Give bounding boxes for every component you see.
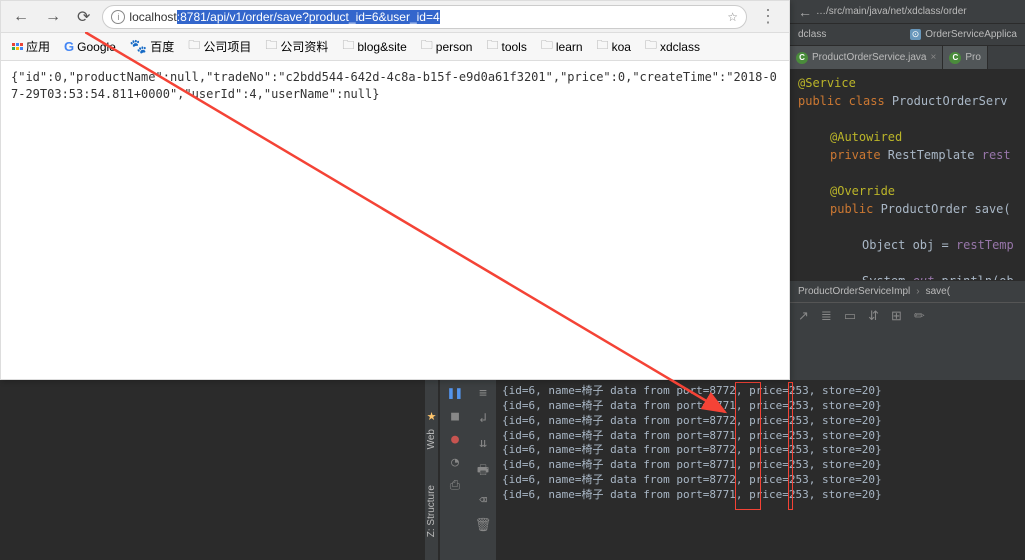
bookmarks-bar: 应用 G Google 🐾 百度 🗀公司项目 🗀公司资料 🗀blog&site … [1, 33, 789, 61]
record-icon[interactable]: ● [451, 432, 459, 447]
google-icon: G [64, 39, 74, 54]
folder-icon: 🗀 [541, 36, 553, 57]
tool-row: ↗ ≣ ▭ ⇵ ⊞ ✏ [790, 302, 1025, 328]
breadcrumb: ProductOrderServiceImpl › save( [790, 280, 1025, 302]
dump-icon[interactable]: ◔ [451, 455, 459, 470]
menu-icon[interactable]: ⋮ [755, 6, 781, 27]
class-icon: C [796, 52, 808, 64]
reload-icon[interactable]: ⟳ [73, 5, 94, 29]
nav-back-icon[interactable]: ← [798, 4, 812, 20]
run-config-label[interactable]: OrderServiceApplica [925, 29, 1017, 40]
console: ❚❚ ■ ● ◔ ⎙ ≡ ↲ ⇊ 🖶 ⌫ 🗑 {id=6, name=椅子 da… [440, 380, 1025, 560]
close-icon[interactable]: × [931, 52, 937, 63]
bookmark-folder[interactable]: 🗀公司项目 [183, 34, 256, 59]
bookmark-folder[interactable]: 🗀公司资料 [260, 34, 333, 59]
bookmark-folder[interactable]: 🗀person [416, 34, 478, 59]
forward-icon[interactable]: → [41, 6, 65, 28]
breadcrumb-class[interactable]: ProductOrderServiceImpl [798, 286, 910, 297]
folder-icon: 🗀 [645, 36, 657, 57]
clear-icon[interactable]: ⌫ [479, 493, 487, 508]
tool-icon[interactable]: ⇵ [868, 308, 879, 324]
tool-icon[interactable]: ✏ [914, 308, 925, 324]
bookmark-google[interactable]: G Google [59, 37, 121, 56]
baidu-icon: 🐾 [130, 38, 147, 55]
pause-icon[interactable]: ❚❚ [447, 386, 463, 401]
folder-icon: 🗀 [188, 36, 200, 57]
breadcrumb-method[interactable]: save( [926, 286, 950, 297]
path-tail: dclass [798, 29, 826, 40]
bookmark-apps[interactable]: 应用 [7, 36, 55, 57]
tool-icon[interactable]: ≣ [821, 308, 832, 324]
run-config-icon: ⊙ [910, 29, 922, 40]
print-icon[interactable]: 🖶 [477, 461, 489, 483]
stop-icon[interactable]: ■ [451, 409, 459, 424]
class-icon: C [949, 52, 961, 64]
highlight-box-1 [735, 382, 761, 510]
path-text: …/src/main/java/net/xdclass/order [816, 6, 967, 17]
highlight-box-2 [788, 382, 793, 510]
ide-path-bar: ← …/src/main/java/net/xdclass/order [790, 0, 1025, 24]
bookmark-folder[interactable]: 🗀koa [592, 34, 636, 59]
web-tool[interactable]: Web [426, 429, 437, 449]
apps-icon [12, 43, 23, 50]
folder-icon: 🗀 [342, 36, 354, 57]
back-icon[interactable]: ← [9, 6, 33, 28]
bookmark-star-icon[interactable]: ☆ [727, 10, 738, 24]
browser-toolbar: ← → ⟳ i localhost:8781/api/v1/order/save… [1, 1, 789, 33]
bookmark-baidu[interactable]: 🐾 百度 [125, 36, 179, 57]
scroll-icon[interactable]: ⇊ [479, 436, 487, 451]
tab-pro[interactable]: C Pro [943, 46, 988, 69]
console-toolbar-2: ≡ ↲ ⇊ 🖶 ⌫ 🗑 [470, 380, 496, 560]
response-body[interactable]: {"id":0,"productName":null,"tradeNo":"c2… [1, 61, 789, 111]
structure-tool[interactable]: Z: Structure [426, 485, 437, 537]
bookmark-folder[interactable]: 🗀learn [536, 34, 588, 59]
camera-icon[interactable]: ⎙ [450, 478, 460, 493]
side-strip: ★ Web Z: Structure [425, 380, 439, 560]
wrap-icon[interactable]: ↲ [479, 411, 487, 426]
folder-icon: 🗀 [486, 36, 498, 57]
browser-window: ← → ⟳ i localhost:8781/api/v1/order/save… [0, 0, 790, 380]
bookmark-folder[interactable]: 🗀tools [481, 34, 531, 59]
filter-icon[interactable]: ≡ [479, 386, 487, 401]
tool-icon[interactable]: ▭ [844, 308, 856, 324]
tab-product-order-service[interactable]: C ProductOrderService.java × [790, 46, 943, 69]
tool-icon[interactable]: ⊞ [891, 308, 902, 324]
url-bar[interactable]: i localhost:8781/api/v1/order/save?produ… [102, 5, 747, 29]
trash-icon[interactable]: 🗑 [475, 518, 492, 533]
bookmark-folder[interactable]: 🗀blog&site [337, 34, 411, 59]
folder-icon: 🗀 [597, 36, 609, 57]
console-toolbar-1: ❚❚ ■ ● ◔ ⎙ [440, 380, 470, 560]
bookmark-folder[interactable]: 🗀xdclass [640, 34, 705, 59]
editor-tabs: C ProductOrderService.java × C Pro [790, 46, 1025, 70]
folder-icon: 🗀 [265, 36, 277, 57]
info-icon[interactable]: i [111, 10, 125, 24]
code-editor[interactable]: @Service public class ProductOrderServ @… [790, 70, 1025, 280]
star-icon[interactable]: ★ [427, 410, 437, 423]
folder-icon: 🗀 [421, 36, 433, 57]
tool-icon[interactable]: ↗ [798, 308, 809, 324]
chevron-right-icon: › [916, 286, 919, 297]
